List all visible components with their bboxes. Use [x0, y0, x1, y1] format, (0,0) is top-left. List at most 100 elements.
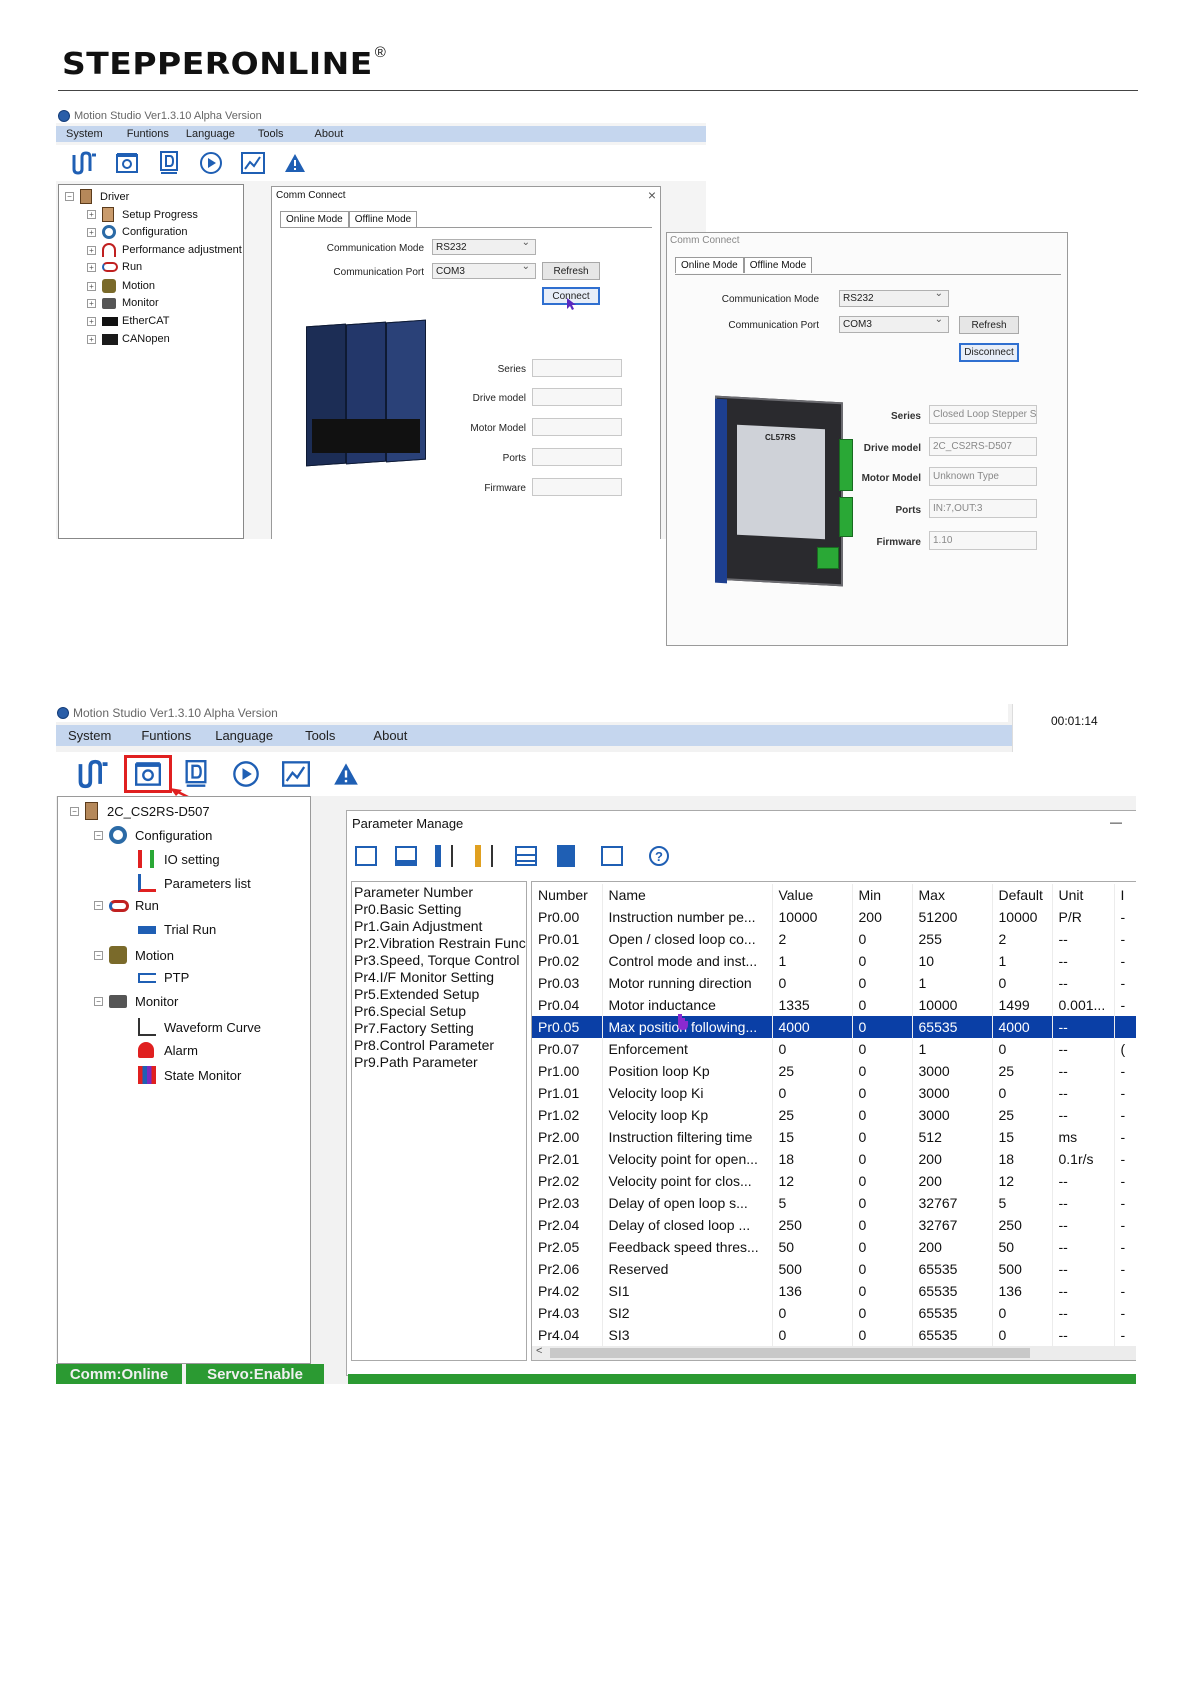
table-row[interactable]: Pr0.03 Motor running direction 0 0 1 0 -- -	[532, 972, 1136, 994]
table-row[interactable]: Pr0.02 Control mode and inst... 1 0 10 1 -- -	[532, 950, 1136, 972]
restore-param-icon[interactable]	[601, 846, 623, 866]
table-row[interactable]: Pr0.00 Instruction number pe... 10000 200 51…	[532, 906, 1136, 928]
table-row[interactable]: Pr4.04 SI3 0 0 65535 0 -- -	[532, 1324, 1136, 1346]
upload-param-icon[interactable]	[435, 845, 453, 867]
column-header[interactable]: Number	[532, 884, 603, 906]
tree-item-motion[interactable]: − Motion	[94, 946, 174, 964]
play-tool-button[interactable]	[228, 756, 264, 792]
panel-minimize-button[interactable]: —	[1110, 815, 1122, 829]
tree-item-state-monitor[interactable]: State Monitor	[138, 1066, 241, 1084]
horizontal-scrollbar[interactable]: <	[532, 1345, 1136, 1360]
tab-offline-mode[interactable]: Offline Mode	[348, 211, 418, 227]
warning-tool-button[interactable]	[280, 148, 310, 178]
tree-item-monitor[interactable]: + Monitor	[87, 297, 159, 309]
menu-functions[interactable]: Funtions	[141, 728, 191, 743]
waveform-tool-button[interactable]	[70, 148, 100, 178]
tree-item-setup-progress[interactable]: + Setup Progress	[87, 207, 198, 222]
tree-item-monitor[interactable]: − Monitor	[94, 994, 178, 1009]
expand-toggle[interactable]: +	[87, 262, 96, 272]
table-row[interactable]: Pr2.06 Reserved 500 0 65535 500 -- -	[532, 1258, 1136, 1280]
collapse-toggle[interactable]: −	[94, 901, 103, 910]
table-row[interactable]: Pr0.01 Open / closed loop co... 2 0 255 2 -- -	[532, 928, 1136, 950]
tab-offline-mode[interactable]: Offline Mode	[743, 257, 813, 273]
tree-item-run[interactable]: − Run	[94, 898, 159, 913]
group-list-item[interactable]: Pr5.Extended Setup	[354, 986, 526, 1003]
download-param-icon[interactable]	[475, 845, 493, 867]
menu-about[interactable]: About	[315, 128, 344, 140]
table-row[interactable]: Pr2.02 Velocity point for clos... 12 0 200 12…	[532, 1170, 1136, 1192]
config-tool-button[interactable]	[124, 755, 172, 793]
tree-item-configuration[interactable]: + Configuration	[87, 225, 187, 239]
play-tool-button[interactable]	[196, 148, 226, 178]
expand-toggle[interactable]: +	[87, 227, 96, 237]
tree-item-canopen[interactable]: + CANopen	[87, 333, 170, 345]
table-row[interactable]: Pr2.01 Velocity point for open... 18 0 200 18…	[532, 1148, 1136, 1170]
table-row[interactable]: Pr1.01 Velocity loop Ki 0 0 3000 0 -- -	[532, 1082, 1136, 1104]
table-row[interactable]: Pr2.03 Delay of open loop s... 5 0 32767 5 -- -	[532, 1192, 1136, 1214]
tab-online-mode[interactable]: Online Mode	[280, 211, 349, 227]
tree-item-driver[interactable]: − Driver	[65, 189, 129, 204]
group-list-item[interactable]: Pr6.Special Setup	[354, 1003, 526, 1020]
tree-item-ethercat[interactable]: + EtherCAT	[87, 315, 169, 327]
chart-tool-button[interactable]	[238, 148, 268, 178]
group-list-item[interactable]: Pr7.Factory Setting	[354, 1020, 526, 1037]
column-header[interactable]: Max	[912, 884, 993, 906]
column-header[interactable]: Name	[602, 884, 773, 906]
tree-item-io-setting[interactable]: IO setting	[138, 850, 220, 868]
expand-toggle[interactable]: +	[87, 298, 96, 308]
refresh-button[interactable]: Refresh	[959, 316, 1019, 334]
menu-system[interactable]: System	[66, 128, 103, 140]
menu-language[interactable]: Language	[215, 728, 273, 743]
tree-item-ptp[interactable]: PTP	[138, 970, 189, 985]
warning-tool-button[interactable]	[328, 756, 364, 792]
save-param-icon[interactable]	[395, 846, 417, 866]
collapse-toggle[interactable]: −	[70, 806, 79, 816]
dialog1-close-icon[interactable]: ×	[648, 187, 656, 203]
group-list-item[interactable]: Pr3.Speed, Torque Control	[354, 952, 526, 969]
grid-param-icon[interactable]	[515, 846, 537, 866]
config-tool-button[interactable]	[112, 148, 142, 178]
export-param-icon[interactable]	[557, 845, 575, 867]
disconnect-button[interactable]: Disconnect	[959, 343, 1019, 362]
table-row[interactable]: Pr2.05 Feedback speed thres... 50 0 200 50 -- -	[532, 1236, 1136, 1258]
tree-item-run[interactable]: + Run	[87, 261, 142, 273]
comm-port-select[interactable]: COM3	[839, 314, 949, 333]
expand-toggle[interactable]: +	[87, 245, 96, 255]
comm-mode-select[interactable]: RS232	[839, 288, 949, 307]
tree-item-parameters-list[interactable]: Parameters list	[138, 874, 251, 892]
refresh-button[interactable]: Refresh	[542, 262, 600, 280]
search-param-icon[interactable]	[355, 846, 377, 866]
group-list-item[interactable]: Pr2.Vibration Restrain Funct	[354, 935, 526, 952]
scroll-thumb[interactable]	[550, 1348, 1030, 1358]
group-list-item[interactable]: Pr4.I/F Monitor Setting	[354, 969, 526, 986]
menu-language[interactable]: Language	[186, 128, 235, 140]
table-row[interactable]: Pr4.02 SI1 136 0 65535 136 -- -	[532, 1280, 1136, 1302]
table-row[interactable]: Pr1.02 Velocity loop Kp 25 0 3000 25 -- -	[532, 1104, 1136, 1126]
collapse-toggle[interactable]: −	[94, 997, 103, 1006]
collapse-toggle[interactable]: −	[94, 830, 103, 840]
expand-toggle[interactable]: +	[87, 316, 96, 326]
group-list-item[interactable]: Pr0.Basic Setting	[354, 901, 526, 918]
waveform-tool-button[interactable]	[76, 756, 112, 792]
chart-tool-button[interactable]	[278, 756, 314, 792]
column-header[interactable]: Default	[992, 884, 1053, 906]
menu-system[interactable]: System	[68, 728, 111, 743]
table-row[interactable]: Pr2.00 Instruction filtering time 15 0 512 15…	[532, 1126, 1136, 1148]
expand-toggle[interactable]: +	[87, 210, 96, 219]
tree-item-trial-run[interactable]: Trial Run	[138, 922, 216, 937]
comm-port-select[interactable]: COM3	[432, 261, 536, 279]
table-row[interactable]: Pr0.04 Motor inductance 1335 0 10000 1499 0.00…	[532, 994, 1136, 1016]
tree-item-waveform-curve[interactable]: Waveform Curve	[138, 1018, 261, 1036]
tab-online-mode[interactable]: Online Mode	[675, 257, 744, 273]
expand-toggle[interactable]: +	[87, 334, 96, 344]
table-row[interactable]: Pr0.05 Max position following... 4000 0 6553…	[532, 1016, 1136, 1038]
table-row[interactable]: Pr2.04 Delay of closed loop ... 250 0 32767 2…	[532, 1214, 1136, 1236]
table-row[interactable]: Pr0.07 Enforcement 0 0 1 0 --(	[532, 1038, 1136, 1060]
tree-item-performance[interactable]: + Performance adjustment	[87, 243, 242, 257]
menu-functions[interactable]: Funtions	[127, 128, 169, 140]
group-list-item[interactable]: Pr1.Gain Adjustment	[354, 918, 526, 935]
column-header[interactable]: Unit	[1052, 884, 1115, 906]
collapse-toggle[interactable]: −	[65, 192, 74, 201]
column-header[interactable]: Value	[772, 884, 853, 906]
collapse-toggle[interactable]: −	[94, 950, 103, 960]
